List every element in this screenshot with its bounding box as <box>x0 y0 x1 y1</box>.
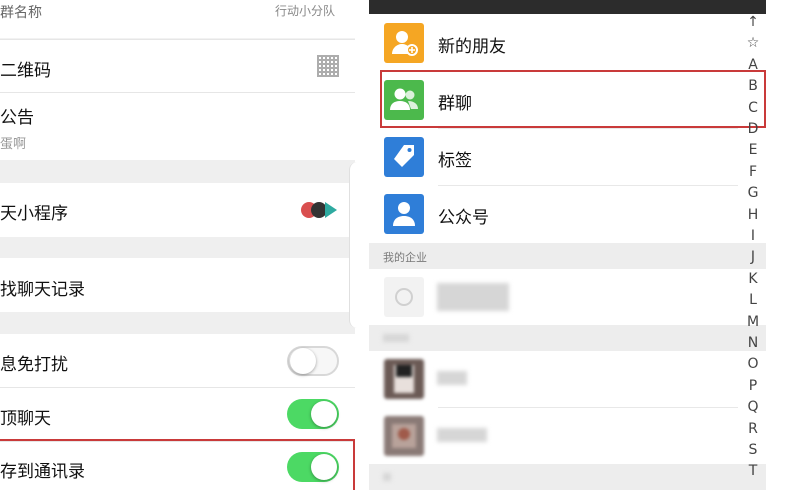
new-friends-item[interactable]: 新的朋友 <box>369 15 766 71</box>
tag-icon <box>384 137 424 177</box>
index-letter[interactable]: M <box>740 314 766 330</box>
blurred-name <box>437 371 467 385</box>
index-letter[interactable]: R <box>740 421 766 437</box>
mute-toggle[interactable] <box>287 346 339 376</box>
highlight-box <box>0 439 355 490</box>
pin-chat-label: 顶聊天 <box>0 409 51 429</box>
blurred-name <box>437 283 509 311</box>
add-friend-icon <box>384 23 424 63</box>
group-name-label: 群名称 <box>0 5 42 21</box>
index-letter[interactable]: O <box>740 356 766 372</box>
index-letter[interactable]: H <box>740 207 766 223</box>
contacts-panel: 新的朋友 群聊 标签 公众号 我的企业 <box>369 0 766 490</box>
search-history-row[interactable]: 找聊天记录 <box>0 258 355 312</box>
section-gap <box>0 237 355 258</box>
miniprogram-icons <box>301 202 337 218</box>
tags-item[interactable]: 标签 <box>369 129 766 185</box>
index-letter[interactable]: G <box>740 185 766 201</box>
index-letter[interactable]: L <box>740 292 766 308</box>
enterprise-section-header: 我的企业 <box>369 243 766 269</box>
alphabet-index[interactable]: ↑ ☆ A B C D E F G H I J K L M N O P Q R S T <box>740 14 766 490</box>
toggle-knob <box>290 348 316 374</box>
index-letter[interactable]: F <box>740 164 766 180</box>
section-header <box>369 464 766 490</box>
search-history-label: 找聊天记录 <box>0 280 85 300</box>
highlight-box <box>380 70 766 128</box>
tags-label: 标签 <box>438 151 472 171</box>
index-letter[interactable]: E <box>740 142 766 158</box>
new-friends-label: 新的朋友 <box>438 37 506 57</box>
enterprise-item[interactable] <box>369 269 766 325</box>
official-accounts-item[interactable]: 公众号 <box>369 186 766 242</box>
blurred-section-title <box>383 334 409 342</box>
play-icon <box>325 202 337 218</box>
index-letter[interactable]: ☆ <box>740 35 766 51</box>
miniprogram-label: 天小程序 <box>0 204 68 224</box>
index-letter[interactable]: T <box>740 463 766 479</box>
notice-label: 公告 <box>0 108 34 128</box>
enterprise-icon <box>384 277 424 317</box>
notice-preview: 蛋啊 <box>0 137 27 152</box>
blurred-section-title <box>383 473 391 481</box>
index-letter[interactable]: C <box>740 100 766 116</box>
section-header <box>369 325 766 351</box>
avatar <box>384 359 424 399</box>
index-letter[interactable]: N <box>740 335 766 351</box>
group-settings-panel: 群名称 行动小分队 二维码 公告 蛋啊 天小程序 找聊天记录 息免打扰 顶聊天 … <box>0 0 355 490</box>
official-account-icon <box>384 194 424 234</box>
top-bar <box>369 0 766 14</box>
avatar <box>384 416 424 456</box>
index-letter[interactable]: D <box>740 121 766 137</box>
mute-label: 息免打扰 <box>0 355 68 375</box>
contact-item[interactable] <box>369 408 766 464</box>
section-gap <box>0 312 355 334</box>
popup-edge <box>349 162 358 328</box>
pin-chat-toggle[interactable] <box>287 399 339 429</box>
index-letter[interactable]: B <box>740 78 766 94</box>
index-letter[interactable]: J <box>740 249 766 265</box>
index-letter[interactable]: Q <box>740 399 766 415</box>
group-name-value: 行动小分队 <box>274 4 335 18</box>
section-gap <box>0 160 355 183</box>
group-name-row[interactable]: 群名称 行动小分队 <box>0 0 355 38</box>
toggle-knob <box>311 401 337 427</box>
qr-code-label: 二维码 <box>0 61 51 81</box>
index-letter[interactable]: A <box>740 57 766 73</box>
index-letter[interactable]: ↑ <box>740 14 766 30</box>
official-accounts-label: 公众号 <box>438 208 489 228</box>
blurred-name <box>437 428 487 442</box>
index-letter[interactable]: K <box>740 271 766 287</box>
qr-code-row[interactable]: 二维码 <box>0 40 355 92</box>
contact-item[interactable] <box>369 351 766 407</box>
notice-row[interactable]: 公告 蛋啊 <box>0 93 355 160</box>
pin-chat-row: 顶聊天 <box>0 388 355 441</box>
index-letter[interactable]: I <box>740 228 766 244</box>
index-letter[interactable]: P <box>740 378 766 394</box>
index-letter[interactable]: S <box>740 442 766 458</box>
mute-row: 息免打扰 <box>0 334 355 387</box>
enterprise-section-title: 我的企业 <box>383 251 427 264</box>
miniprogram-row[interactable]: 天小程序 <box>0 183 355 237</box>
qr-code-icon <box>317 55 339 77</box>
